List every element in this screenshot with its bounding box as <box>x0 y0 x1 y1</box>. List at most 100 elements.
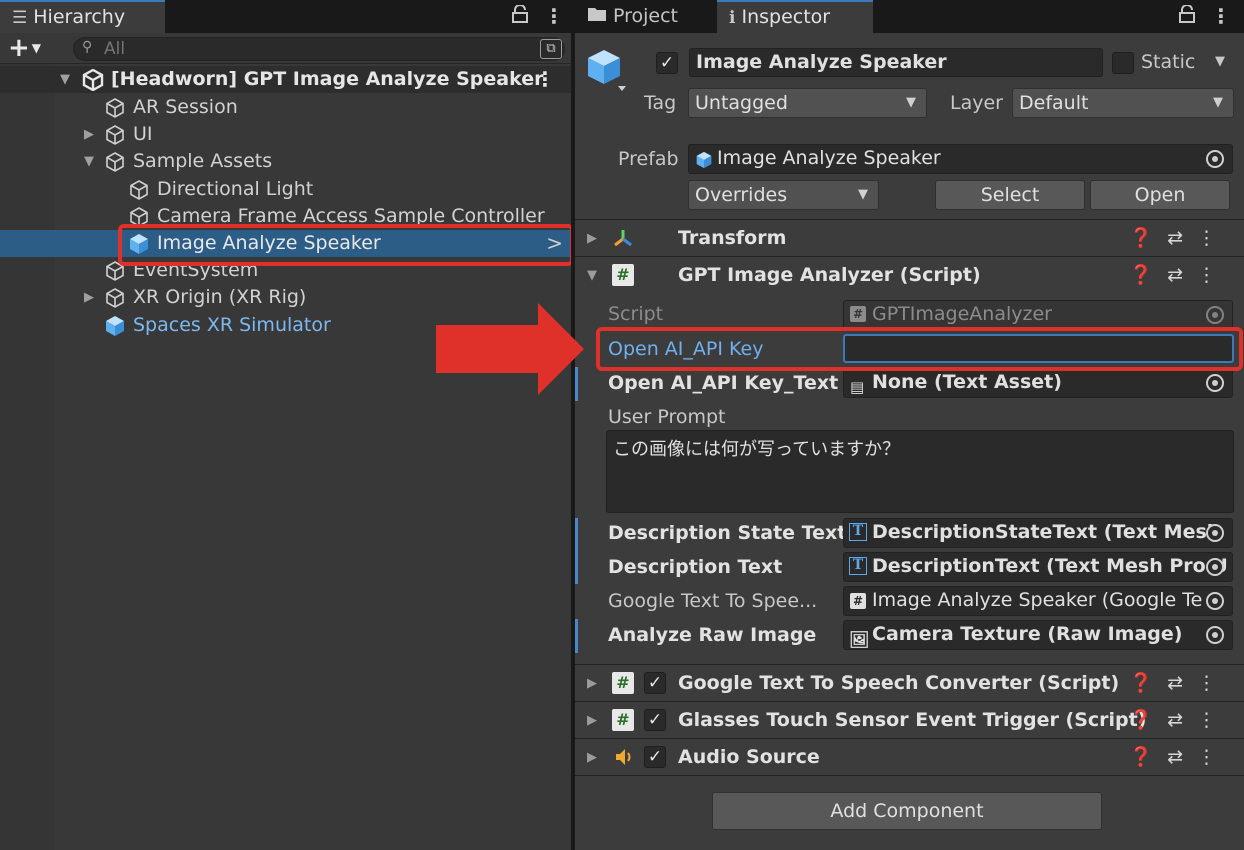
transform-icon <box>612 227 634 249</box>
add-component-button[interactable]: Add Component <box>712 792 1102 830</box>
expand-arrow-icon[interactable]: ▼ <box>84 148 94 175</box>
tag-dropdown[interactable]: Untagged ▼ <box>688 88 927 118</box>
tab-project[interactable]: Project <box>575 0 715 33</box>
component-header-touch-trigger[interactable]: ▶ # ✓ Glasses Touch Sensor Event Trigger… <box>575 701 1244 738</box>
expand-arrow-icon[interactable]: ▶ <box>84 284 94 311</box>
chevron-down-icon: ▼ <box>858 187 868 202</box>
component-tools[interactable]: ❓⇄⋮ <box>1129 665 1230 702</box>
object-picker-icon[interactable] <box>1206 374 1224 392</box>
hierarchy-item-sample-assets[interactable]: ▼ Sample Assets <box>0 148 571 175</box>
component-enabled-checkbox[interactable]: ✓ <box>644 746 666 768</box>
lock-icon[interactable] <box>512 0 528 33</box>
object-picker-icon <box>1206 306 1224 324</box>
component-header-gpt-image-analyzer[interactable]: ▼ # GPT Image Analyzer (Script) ❓⇄⋮ <box>575 256 1244 293</box>
search-icon: ⚲ <box>82 39 93 55</box>
add-object-button[interactable]: + ▼ <box>8 33 41 64</box>
hierarchy-item-ar-session[interactable]: AR Session <box>0 94 571 121</box>
script-icon: # <box>850 593 866 609</box>
static-label: Static <box>1141 51 1196 73</box>
hierarchy-search[interactable]: ⚲ ⧉ <box>73 37 565 61</box>
folder-icon <box>587 1 607 34</box>
desc-state-field[interactable]: T DescriptionStateText (Text Mesh <box>843 518 1233 548</box>
open-search-window-icon[interactable]: ⧉ <box>540 39 562 59</box>
script-icon: # <box>612 709 634 731</box>
script-field: # GPTImageAnalyzer <box>843 300 1233 329</box>
component-header-transform[interactable]: ▶ Transform ❓⇄⋮ <box>575 219 1244 256</box>
prefab-icon <box>104 315 126 337</box>
hierarchy-item-ui[interactable]: ▶ UI <box>0 121 571 148</box>
prefab-field[interactable]: Image Analyze Speaker <box>688 144 1233 174</box>
desc-state-label: Description State Text <box>608 522 847 544</box>
scene-more-icon[interactable]: ⋮ <box>535 66 555 93</box>
more-menu-icon[interactable]: ⋮ <box>1211 0 1231 33</box>
select-button[interactable]: Select <box>935 180 1085 210</box>
image-icon: 🖼 <box>849 630 870 649</box>
lock-icon[interactable] <box>1179 0 1195 33</box>
gameobject-icon <box>104 124 126 146</box>
component-tools[interactable]: ❓⇄⋮ <box>1129 702 1230 739</box>
gameobject-icon <box>128 179 150 201</box>
object-prefab-icon[interactable] <box>586 48 626 96</box>
script-label: Script <box>608 303 664 325</box>
tab-hierarchy[interactable]: ☰ Hierarchy <box>0 0 165 33</box>
tts-ref-label: Google Text To Spee... <box>608 590 818 612</box>
component-header-google-tts[interactable]: ▶ # ✓ Google Text To Speech Converter (S… <box>575 664 1244 701</box>
divider <box>575 775 1244 776</box>
object-picker-icon[interactable] <box>1206 592 1224 610</box>
hierarchy-item-directional-light[interactable]: Directional Light <box>0 176 571 203</box>
api-key-text-label: Open AI_API Key_Text <box>608 372 839 394</box>
scene-name: [Headworn] GPT Image Analyze Speaker <box>111 68 544 90</box>
expand-arrow-icon[interactable]: ▶ <box>587 739 597 776</box>
expand-arrow-icon[interactable]: ▶ <box>587 702 597 739</box>
layer-dropdown[interactable]: Default ▼ <box>1012 88 1234 118</box>
scene-row[interactable]: ▼ [Headworn] GPT Image Analyze Speaker ⋮ <box>0 66 571 93</box>
object-name-field[interactable]: Image Analyze Speaker <box>689 48 1103 77</box>
highlight-box <box>596 327 1243 371</box>
component-enabled-checkbox[interactable]: ✓ <box>644 672 666 694</box>
inspector-tabbar: Project ℹ Inspector ⋮ <box>575 0 1244 33</box>
textmeshpro-icon: T <box>849 557 867 575</box>
object-picker-icon[interactable] <box>1206 150 1224 168</box>
gameobject-icon <box>104 287 126 309</box>
static-checkbox[interactable] <box>1112 52 1134 74</box>
tag-label: Tag <box>644 92 677 114</box>
gameobject-icon <box>104 151 126 173</box>
api-key-text-field[interactable]: ▤ None (Text Asset) <box>843 368 1233 398</box>
object-picker-icon[interactable] <box>1206 626 1224 644</box>
hierarchy-toolbar: +▼ ⚲ ⧉ <box>0 33 571 64</box>
gameobject-icon <box>104 97 126 119</box>
raw-image-field[interactable]: 🖼 Camera Texture (Raw Image) <box>843 620 1233 650</box>
script-icon: # <box>612 264 634 286</box>
inspector-panel: Project ℹ Inspector ⋮ ✓ Image Analyze Spe… <box>575 0 1244 850</box>
active-checkbox[interactable]: ✓ <box>656 52 678 74</box>
hierarchy-panel: ☰Hierarchy ⋮ +▼ ⚲ ⧉ ▼ [Headworn] GPT Ima… <box>0 0 574 850</box>
tab-inspector[interactable]: ℹ Inspector <box>717 0 873 33</box>
tts-ref-field[interactable]: # Image Analyze Speaker (Google Te <box>843 586 1233 616</box>
component-tools[interactable]: ❓⇄⋮ <box>1129 220 1230 257</box>
component-header-audio-source[interactable]: ▶ ✓ Audio Source ❓⇄⋮ <box>575 738 1244 775</box>
textmeshpro-icon: T <box>849 523 867 541</box>
component-enabled-checkbox[interactable]: ✓ <box>644 709 666 731</box>
user-prompt-textarea[interactable]: この画像には何が写っていますか？ <box>606 430 1234 513</box>
chevron-down-icon[interactable]: ▼ <box>1215 48 1225 76</box>
list-icon: ☰ <box>12 8 28 28</box>
search-input[interactable] <box>104 38 524 60</box>
component-tools[interactable]: ❓⇄⋮ <box>1129 257 1230 294</box>
text-asset-icon: ▤ <box>850 378 865 396</box>
expand-arrow-icon[interactable]: ▶ <box>84 121 94 148</box>
expand-arrow-icon[interactable]: ▼ <box>60 66 70 93</box>
chevron-down-icon: ▼ <box>31 41 42 55</box>
more-menu-icon[interactable]: ⋮ <box>544 0 564 33</box>
desc-text-field[interactable]: T DescriptionText (Text Mesh Pro U <box>843 552 1233 582</box>
object-picker-icon[interactable] <box>1206 524 1224 542</box>
overrides-dropdown[interactable]: Overrides ▼ <box>688 180 879 210</box>
info-icon: ℹ <box>729 8 736 28</box>
expand-arrow-icon[interactable]: ▶ <box>587 220 597 257</box>
highlight-box <box>118 224 574 266</box>
expand-arrow-icon[interactable]: ▶ <box>587 665 597 702</box>
object-picker-icon[interactable] <box>1206 558 1224 576</box>
open-button[interactable]: Open <box>1090 180 1230 210</box>
expand-arrow-icon[interactable]: ▼ <box>587 257 597 294</box>
script-icon: # <box>612 672 634 694</box>
component-tools[interactable]: ❓⇄⋮ <box>1129 739 1230 776</box>
